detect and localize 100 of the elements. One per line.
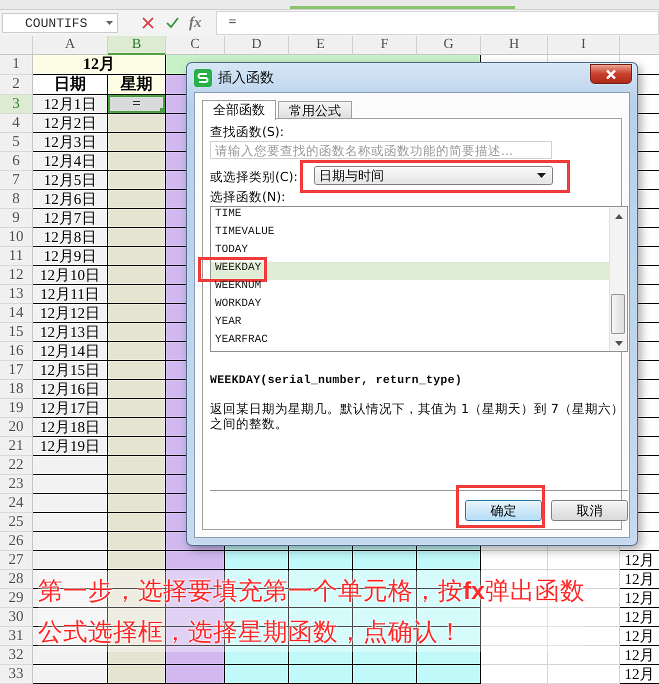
formula-field[interactable]: = [216, 11, 659, 35]
cancel-icon[interactable] [142, 17, 154, 29]
caret-icon [537, 173, 546, 178]
table-cell: 12月 [620, 646, 659, 665]
list-item[interactable]: YEARFRAC [211, 334, 609, 352]
column-header[interactable]: C [166, 36, 225, 55]
row-header[interactable]: 30 [0, 608, 33, 627]
table-cell [166, 665, 225, 684]
row-header[interactable]: 14 [0, 304, 33, 323]
search-field[interactable]: 请输入您要查找的函数名称或函数功能的简要描述... [210, 141, 552, 159]
table-cell [108, 152, 166, 171]
row-header[interactable]: 23 [0, 475, 33, 494]
row-header[interactable]: 5 [0, 133, 33, 152]
tab[interactable]: 常用公式 [278, 101, 352, 119]
row-header[interactable]: 1 [0, 55, 33, 75]
row-header[interactable]: 7 [0, 171, 33, 190]
app-icon [194, 68, 212, 86]
table-cell [108, 380, 166, 399]
row-header[interactable]: 12 [0, 266, 33, 285]
table-cell [108, 209, 166, 228]
column-header[interactable]: I [548, 36, 620, 55]
table-cell: 12月14日 [33, 342, 108, 361]
row-header[interactable]: 26 [0, 532, 33, 551]
row-header[interactable]: 10 [0, 228, 33, 247]
row-header[interactable]: 19 [0, 399, 33, 418]
scrollbar[interactable] [609, 207, 627, 351]
column-header[interactable]: B [108, 36, 166, 55]
scrollbar-thumb[interactable] [611, 294, 625, 334]
table-cell [108, 418, 166, 437]
name-box[interactable]: COUNTIFS [2, 13, 118, 33]
table-cell [481, 608, 548, 627]
category-dropdown[interactable]: 日期与时间 [314, 166, 553, 185]
cancel-button[interactable]: 取消 [551, 500, 628, 521]
column-header[interactable]: E [289, 36, 353, 55]
row-header[interactable]: 31 [0, 627, 33, 646]
table-cell [481, 551, 548, 570]
table-cell: 12月5日 [33, 171, 108, 190]
list-item[interactable]: WORKDAY [211, 298, 609, 316]
row-header[interactable]: 6 [0, 152, 33, 171]
row-header[interactable]: 8 [0, 190, 33, 209]
row-header[interactable]: 16 [0, 342, 33, 361]
column-header[interactable]: F [353, 36, 417, 55]
list-item[interactable]: WEEKNUM [211, 280, 609, 298]
function-button[interactable]: fx [189, 14, 202, 32]
table-cell: 12月15日 [33, 361, 108, 380]
row-header[interactable]: 9 [0, 209, 33, 228]
table-cell: 12月 [33, 55, 166, 75]
row-header[interactable]: 22 [0, 456, 33, 475]
table-cell: 12月4日 [33, 152, 108, 171]
table-cell: 12月 [620, 551, 659, 570]
row-header[interactable]: 20 [0, 418, 33, 437]
column-header[interactable]: H [481, 36, 548, 55]
up-arrow-icon[interactable] [614, 214, 622, 219]
table-cell: 12月6日 [33, 190, 108, 209]
table-cell: 日期 [33, 75, 108, 95]
table-cell: 12月2日 [33, 114, 108, 133]
row-header[interactable]: 17 [0, 361, 33, 380]
tab[interactable]: 全部函数 [202, 100, 276, 120]
row-header[interactable]: 11 [0, 247, 33, 266]
row-header[interactable]: 29 [0, 589, 33, 608]
row-header[interactable]: 4 [0, 114, 33, 133]
table-cell [353, 551, 417, 570]
row-header[interactable]: 18 [0, 380, 33, 399]
ok-button[interactable]: 确定 [465, 500, 542, 521]
table-cell: 12月7日 [33, 209, 108, 228]
close-button[interactable] [590, 64, 632, 84]
check-icon[interactable] [166, 17, 179, 29]
down-arrow-icon[interactable] [614, 341, 622, 346]
table-cell: 12月10日 [33, 266, 108, 285]
list-item[interactable]: TIMEVALUE [211, 226, 609, 244]
column-header[interactable]: A [33, 36, 108, 55]
list-item[interactable]: TIME [211, 208, 609, 226]
table-cell: 12月13日 [33, 323, 108, 342]
row-header[interactable]: 27 [0, 551, 33, 570]
table-cell: 12月1日 [33, 95, 108, 114]
table-cell [353, 665, 417, 684]
table-cell [108, 285, 166, 304]
row-header[interactable]: 28 [0, 570, 33, 589]
row-header[interactable]: 15 [0, 323, 33, 342]
row-header[interactable]: 32 [0, 646, 33, 665]
table-cell [548, 646, 620, 665]
row-header[interactable]: 25 [0, 513, 33, 532]
row-header[interactable]: 24 [0, 494, 33, 513]
table-cell [108, 456, 166, 475]
row-header[interactable]: 13 [0, 285, 33, 304]
list-item[interactable]: YEAR [211, 316, 609, 334]
row-header[interactable]: 21 [0, 437, 33, 456]
table-cell [108, 171, 166, 190]
column-header[interactable]: G [417, 36, 481, 55]
list-item[interactable]: TODAY [211, 244, 609, 262]
table-cell: 12月17日 [33, 399, 108, 418]
table-cell [289, 551, 353, 570]
table-cell [289, 646, 353, 665]
table-cell [108, 304, 166, 323]
row-header[interactable]: 2 [0, 75, 33, 95]
table-cell: 12月9日 [33, 247, 108, 266]
column-header[interactable]: D [225, 36, 289, 55]
row-header[interactable]: 33 [0, 665, 33, 684]
row-header[interactable]: 3 [0, 95, 33, 114]
list-item[interactable]: WEEKDAY [211, 262, 609, 280]
